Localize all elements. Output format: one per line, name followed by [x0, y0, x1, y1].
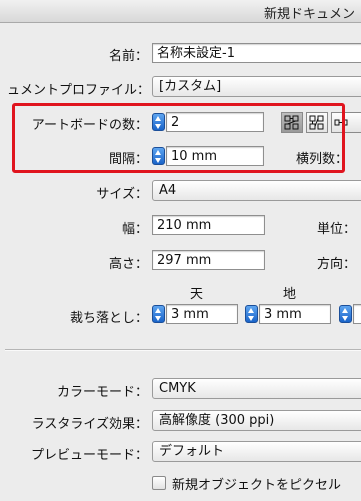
profile-select[interactable]: [カスタム] — [152, 76, 361, 97]
name-label: 名前： — [108, 49, 148, 64]
bleed-bottom-header: 地 — [283, 287, 297, 302]
color-mode-select[interactable]: CMYK — [152, 378, 361, 399]
raster-label: ラスタライズ効果： — [31, 417, 148, 432]
color-mode-label: カラーモード： — [56, 385, 148, 400]
width-label: 幅： — [121, 222, 148, 237]
orientation-label: 方向： — [317, 257, 357, 272]
preview-select[interactable]: デフォルト — [152, 441, 361, 462]
bleed-bottom-input[interactable]: 3 mm — [259, 304, 331, 324]
separator — [5, 349, 361, 351]
highlight-box — [12, 103, 345, 173]
title-bar: 新規ドキュメン — [0, 0, 361, 23]
profile-label: ュメントプロファイル： — [6, 83, 150, 98]
bleed-top-header: 天 — [190, 287, 204, 302]
size-select[interactable]: A4 — [152, 180, 361, 201]
bleed-bottom-stepper[interactable] — [245, 305, 258, 323]
bleed-inside-input[interactable] — [353, 304, 361, 324]
height-input[interactable]: 297 mm — [152, 250, 265, 270]
window-title: 新規ドキュメン — [264, 7, 356, 22]
bleed-label: 裁ち落とし： — [69, 311, 148, 326]
preview-label: プレビューモード： — [30, 448, 148, 463]
size-label: サイズ： — [96, 187, 148, 202]
width-input[interactable]: 210 mm — [152, 215, 265, 235]
units-label: 単位： — [317, 222, 357, 237]
pixel-grid-label: 新規オブジェクトをピクセル — [172, 478, 342, 493]
bleed-inside-stepper[interactable] — [339, 305, 352, 323]
bleed-top-stepper[interactable] — [152, 305, 165, 323]
name-input[interactable]: 名称未設定-1 — [152, 43, 361, 63]
bleed-top-input[interactable]: 3 mm — [166, 304, 238, 324]
raster-select[interactable]: 高解像度 (300 ppi) — [152, 410, 361, 431]
height-label: 高さ： — [108, 257, 148, 272]
pixel-grid-checkbox[interactable] — [152, 476, 166, 490]
